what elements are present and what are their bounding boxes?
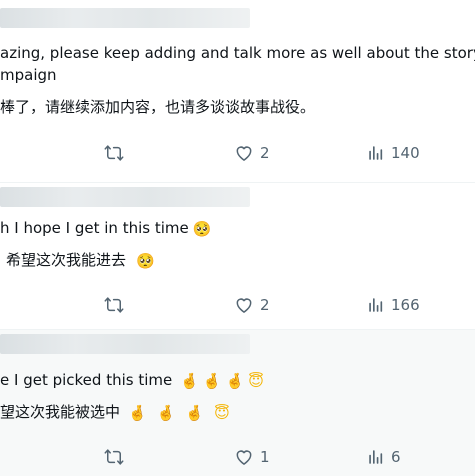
retweet-icon	[104, 449, 124, 465]
retweet-button[interactable]	[104, 143, 124, 163]
heart-icon	[236, 450, 252, 465]
like-count: 1	[260, 448, 270, 466]
post-actions: 2 166	[0, 295, 475, 315]
heart-icon	[236, 146, 252, 161]
retweet-icon	[104, 297, 124, 313]
post-translated-line: 希望这次我能进去 🥺	[6, 250, 155, 271]
reply-post[interactable]: e I get picked this time 🤞 🤞 🤞 😇 望这次我能被选中 🤞 🤞 🤞…	[0, 329, 475, 476]
post-translated-text: 望这次我能被选中	[0, 403, 121, 421]
like-count: 2	[260, 296, 270, 314]
redacted-author-name	[0, 8, 250, 28]
post-text-line: e I get picked this time 🤞 🤞 🤞 😇	[0, 370, 264, 391]
views-bar-chart-icon	[369, 450, 383, 464]
post-text: e I get picked this time	[0, 371, 173, 389]
crossed-fingers-emoji: 🤞	[128, 404, 147, 422]
crossed-fingers-emoji: 🤞	[225, 372, 245, 390]
post-translated-line: 望这次我能被选中 🤞 🤞 🤞 😇	[0, 402, 230, 423]
views-button[interactable]: 166	[367, 295, 420, 315]
post-text: h I hope I get in this time	[0, 219, 189, 237]
pleading-face-emoji: 🥺	[136, 252, 155, 270]
heart-icon	[236, 298, 252, 313]
redacted-author-name	[0, 187, 250, 207]
like-button[interactable]: 2	[234, 143, 270, 163]
view-count: 6	[391, 448, 401, 466]
smiling-face-with-halo-emoji: 😇	[214, 404, 230, 422]
crossed-fingers-emoji: 🤞	[202, 372, 222, 390]
views-bar-chart-icon	[369, 298, 383, 312]
view-count: 140	[391, 144, 420, 162]
crossed-fingers-emoji: 🤞	[185, 404, 205, 422]
redacted-author-name	[0, 334, 250, 354]
post-translated-text: 希望这次我能进去	[6, 251, 127, 269]
smiling-face-with-halo-emoji: 😇	[248, 372, 264, 390]
post-actions: 2 140	[0, 143, 475, 163]
like-count: 2	[260, 144, 270, 162]
reply-post[interactable]: h I hope I get in this time 🥺 希望这次我能进去 🥺 2	[0, 182, 475, 330]
retweet-button[interactable]	[104, 447, 124, 467]
views-bar-chart-icon	[369, 146, 383, 160]
post-translated-line: 棒了，请继续添加内容，也请多谈谈故事战役。	[0, 98, 316, 116]
crossed-fingers-emoji: 🤞	[156, 404, 176, 422]
crossed-fingers-emoji: 🤞	[180, 372, 199, 390]
like-button[interactable]: 1	[234, 447, 270, 467]
view-count: 166	[391, 296, 420, 314]
post-text-line: azing, please keep adding and talk more …	[0, 44, 475, 62]
retweet-button[interactable]	[104, 295, 124, 315]
reply-post[interactable]: azing, please keep adding and talk more …	[0, 0, 475, 182]
views-button[interactable]: 140	[367, 143, 420, 163]
post-text-line: mpaign	[0, 66, 57, 84]
retweet-icon	[104, 145, 124, 161]
reply-feed: azing, please keep adding and talk more …	[0, 0, 475, 476]
views-button[interactable]: 6	[367, 447, 401, 467]
pleading-face-emoji: 🥺	[192, 220, 212, 238]
like-button[interactable]: 2	[234, 295, 270, 315]
post-text-line: h I hope I get in this time 🥺	[0, 218, 211, 239]
post-actions: 1 6	[0, 447, 475, 467]
